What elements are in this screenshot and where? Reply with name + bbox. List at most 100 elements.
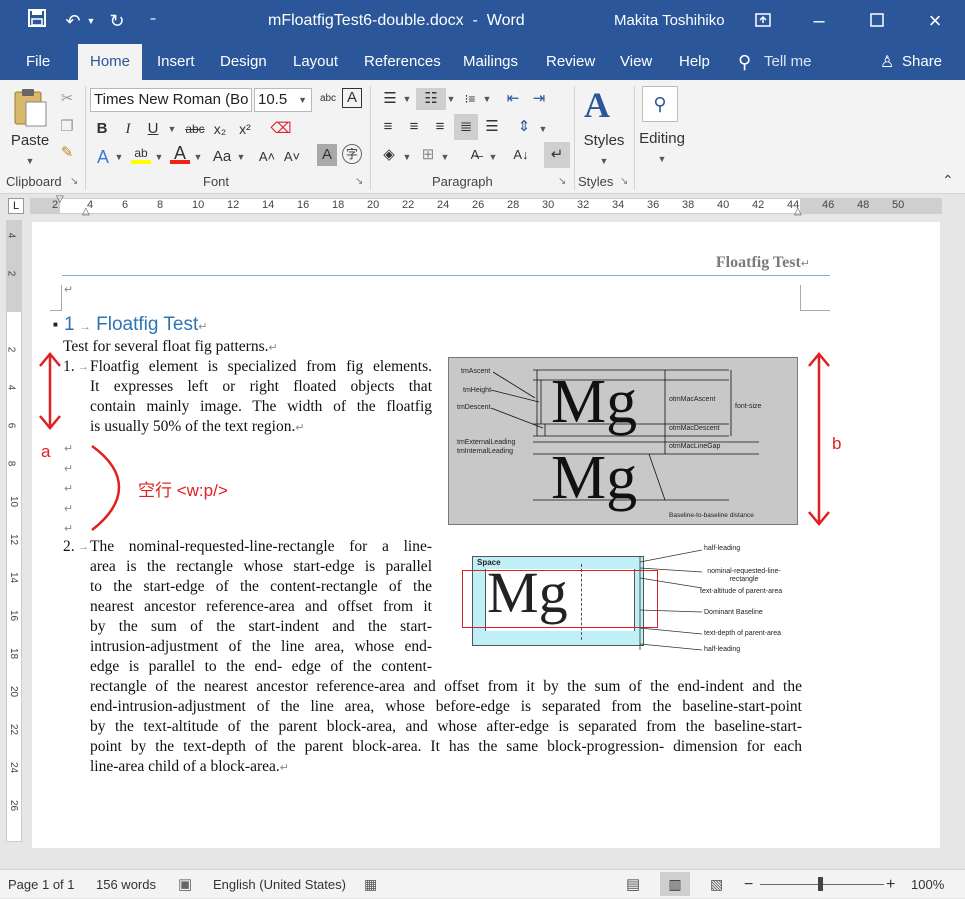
bullets-dropdown-icon[interactable]: ▼ xyxy=(402,88,412,110)
text-effects-icon[interactable]: A xyxy=(342,88,362,108)
change-case-button[interactable]: Aa xyxy=(210,146,234,168)
paste-dropdown-icon[interactable]: ▼ xyxy=(22,150,38,172)
item2-line[interactable]: by the sum of the start-indent and the s… xyxy=(90,617,432,637)
maximize-icon[interactable] xyxy=(864,8,890,34)
borders-icon[interactable]: ⊞ xyxy=(418,144,438,166)
item1-line[interactable]: is usually 50% of the text region.↵ xyxy=(90,417,305,438)
collapse-ribbon-icon[interactable]: ⌃ xyxy=(942,172,954,189)
undo-icon[interactable]: ↶ xyxy=(60,8,86,34)
paragraph-launcher-icon[interactable]: ↘ xyxy=(558,176,566,187)
left-indent-icon[interactable]: △ xyxy=(82,206,90,217)
font-color-dropdown-icon[interactable]: ▼ xyxy=(193,146,203,168)
change-case-dropdown-icon[interactable]: ▼ xyxy=(236,146,246,168)
tab-help[interactable]: Help xyxy=(675,44,714,80)
clear-formatting-icon[interactable]: abc xyxy=(316,88,340,110)
editing-dropdown-icon[interactable]: ▼ xyxy=(654,148,670,170)
italic-button[interactable]: I xyxy=(120,118,136,140)
customize-toolbar-icon[interactable]: ⁼ xyxy=(140,8,166,34)
multilevel-dropdown-icon[interactable]: ▼ xyxy=(482,88,492,110)
minimize-icon[interactable]: – xyxy=(806,8,832,34)
asian-layout-dropdown-icon[interactable]: ▼ xyxy=(488,146,498,168)
copy-icon[interactable]: ❐ xyxy=(56,116,78,138)
tab-mailings[interactable]: Mailings xyxy=(459,44,522,80)
tab-review[interactable]: Review xyxy=(542,44,599,80)
highlight-icon[interactable]: ab xyxy=(131,142,151,164)
page-count[interactable]: Page 1 of 1 xyxy=(8,870,75,899)
ribbon-display-icon[interactable] xyxy=(750,8,776,34)
item1-line[interactable]: It expresses left or right floated objec… xyxy=(90,377,432,397)
item2-line[interactable]: The nominal-requested-line-rectangle for… xyxy=(90,537,432,557)
user-name[interactable]: Makita Toshihiko xyxy=(614,12,725,29)
shrink-font-button[interactable]: A˅ xyxy=(283,146,301,168)
styles-icon[interactable]: A xyxy=(584,84,610,126)
align-right-icon[interactable]: ≡ xyxy=(430,116,450,138)
tab-view[interactable]: View xyxy=(616,44,656,80)
enclose-character-icon[interactable]: 字 xyxy=(342,144,362,164)
item2-line[interactable]: line-area child of a block-area.↵ xyxy=(90,757,289,778)
shading-dropdown-icon[interactable]: ▼ xyxy=(402,146,412,168)
font-size-combo[interactable]: 10.5 ▼ xyxy=(254,88,312,112)
text-effect-icon[interactable]: A xyxy=(94,146,112,168)
decrease-indent-icon[interactable]: ⇤ xyxy=(502,88,524,110)
proofing-icon[interactable]: ▣ xyxy=(178,870,192,899)
superscript-button[interactable]: x² xyxy=(235,118,255,140)
share-button[interactable]: Share xyxy=(898,44,946,80)
header-text[interactable]: Floatfig Test↵ xyxy=(716,254,810,272)
multilevel-list-icon[interactable]: ⁝≡ xyxy=(458,88,482,110)
item2-line[interactable]: to the start-edge of the content-rectang… xyxy=(90,577,432,597)
justify-icon[interactable]: ≣ xyxy=(454,114,478,140)
highlight-dropdown-icon[interactable]: ▼ xyxy=(154,146,164,168)
underline-dropdown-icon[interactable]: ▼ xyxy=(167,118,177,140)
styles-launcher-icon[interactable]: ↘ xyxy=(620,176,628,187)
tab-insert[interactable]: Insert xyxy=(153,44,199,80)
cut-icon[interactable]: ✂ xyxy=(56,88,78,110)
shading-icon[interactable]: ◈ xyxy=(378,144,400,166)
font-name-combo[interactable]: Times New Roman (Bo xyxy=(90,88,252,112)
tab-design[interactable]: Design xyxy=(216,44,271,80)
bold-button[interactable]: B xyxy=(94,118,110,140)
item2-line[interactable]: point by the text-depth of the parent bl… xyxy=(90,737,802,757)
editing-button[interactable]: Editing xyxy=(634,128,690,150)
item2-line[interactable]: edge is parallel to the end- edge of the… xyxy=(90,657,432,677)
item2-line[interactable]: nearest ancestor reference-area and offs… xyxy=(90,597,432,617)
tab-layout[interactable]: Layout xyxy=(289,44,342,80)
numbering-icon[interactable]: ☷ xyxy=(416,88,446,110)
read-mode-icon[interactable]: ▤ xyxy=(626,870,640,899)
heading-1[interactable]: 1 → Floatfig Test↵ xyxy=(64,314,207,336)
clipboard-paste-icon[interactable] xyxy=(12,86,48,128)
item2-line[interactable]: area is the rectangle whose start-edge i… xyxy=(90,557,432,577)
subscript-button[interactable]: x₂ xyxy=(210,118,230,140)
search-icon[interactable]: ⚲ xyxy=(642,86,678,122)
styles-button[interactable]: Styles xyxy=(580,130,628,152)
distributed-icon[interactable]: ☰ xyxy=(482,116,502,138)
tell-me-search[interactable]: Tell me xyxy=(760,44,816,80)
zoom-level[interactable]: 100% xyxy=(911,870,944,899)
zoom-out-icon[interactable]: − xyxy=(744,870,753,899)
align-left-icon[interactable]: ≡ xyxy=(378,116,398,138)
vertical-ruler[interactable]: 4 2 2 4 6 8 10 12 14 16 18 20 22 24 26 xyxy=(0,220,28,848)
macro-icon[interactable]: ▦ xyxy=(364,870,377,899)
item2-line[interactable]: by the text-altitude of the parent block… xyxy=(90,717,802,737)
bullets-icon[interactable]: ☰ xyxy=(378,88,402,110)
item2-line[interactable]: intrusion-adjustment of the line area, w… xyxy=(90,637,432,657)
web-layout-icon[interactable]: ▧ xyxy=(710,870,723,899)
item2-line[interactable]: rectangle of the nearest ancestor refere… xyxy=(90,677,802,697)
sort-icon[interactable]: A↓ xyxy=(510,144,532,166)
grow-font-button[interactable]: A˄ xyxy=(258,146,276,168)
save-icon[interactable] xyxy=(24,8,50,34)
figure-font-metrics[interactable]: Mg Mg tmAscent tmHeight tmDescent tmExte… xyxy=(448,357,798,525)
word-count[interactable]: 156 words xyxy=(96,870,156,899)
underline-button[interactable]: U xyxy=(145,118,161,140)
strikethrough-button[interactable]: abc xyxy=(182,118,208,140)
zoom-slider-thumb[interactable] xyxy=(818,877,823,891)
asian-layout-icon[interactable]: A̶ xyxy=(464,144,486,166)
horizontal-ruler[interactable]: L 2 4 6 8 10 12 14 16 18 20 22 24 26 28 30 32 34 36 38 40 42… xyxy=(0,194,965,220)
borders-dropdown-icon[interactable]: ▼ xyxy=(440,146,450,168)
intro-paragraph[interactable]: Test for several float fig patterns.↵ xyxy=(63,337,278,358)
right-indent-icon[interactable]: △ xyxy=(794,206,802,217)
print-layout-icon[interactable]: ▥ xyxy=(660,872,690,896)
tab-home[interactable]: Home xyxy=(78,44,142,80)
line-spacing-icon[interactable]: ⇕ xyxy=(514,116,534,138)
show-marks-icon[interactable]: ↵ xyxy=(544,142,570,168)
item1-line[interactable]: contain mainly image. The width of the f… xyxy=(90,397,432,417)
